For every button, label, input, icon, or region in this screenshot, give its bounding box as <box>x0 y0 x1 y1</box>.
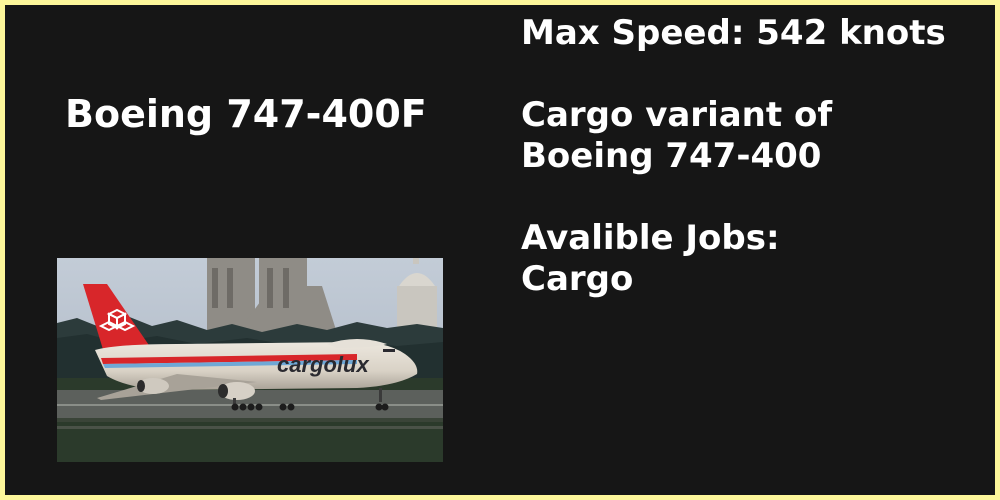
aircraft-photo: cargolux <box>57 258 443 462</box>
cargo-aircraft-photo-icon: cargolux <box>57 258 443 462</box>
max-speed: Max Speed: 542 knots <box>521 13 946 53</box>
livery-text: cargolux <box>277 352 369 377</box>
aircraft-info-panel: Boeing 747-400F Max Speed: 542 knots Car… <box>0 0 1000 500</box>
jobs-value: Cargo <box>521 259 634 299</box>
description-line-2: Boeing 747-400 <box>521 136 822 176</box>
description-line-1: Cargo variant of <box>521 95 833 135</box>
aircraft-name: Boeing 747-400F <box>65 92 427 136</box>
jobs-heading: Avalible Jobs: <box>521 218 780 258</box>
aircraft-details: Max Speed: 542 knots Cargo variant of Bo… <box>521 13 946 300</box>
